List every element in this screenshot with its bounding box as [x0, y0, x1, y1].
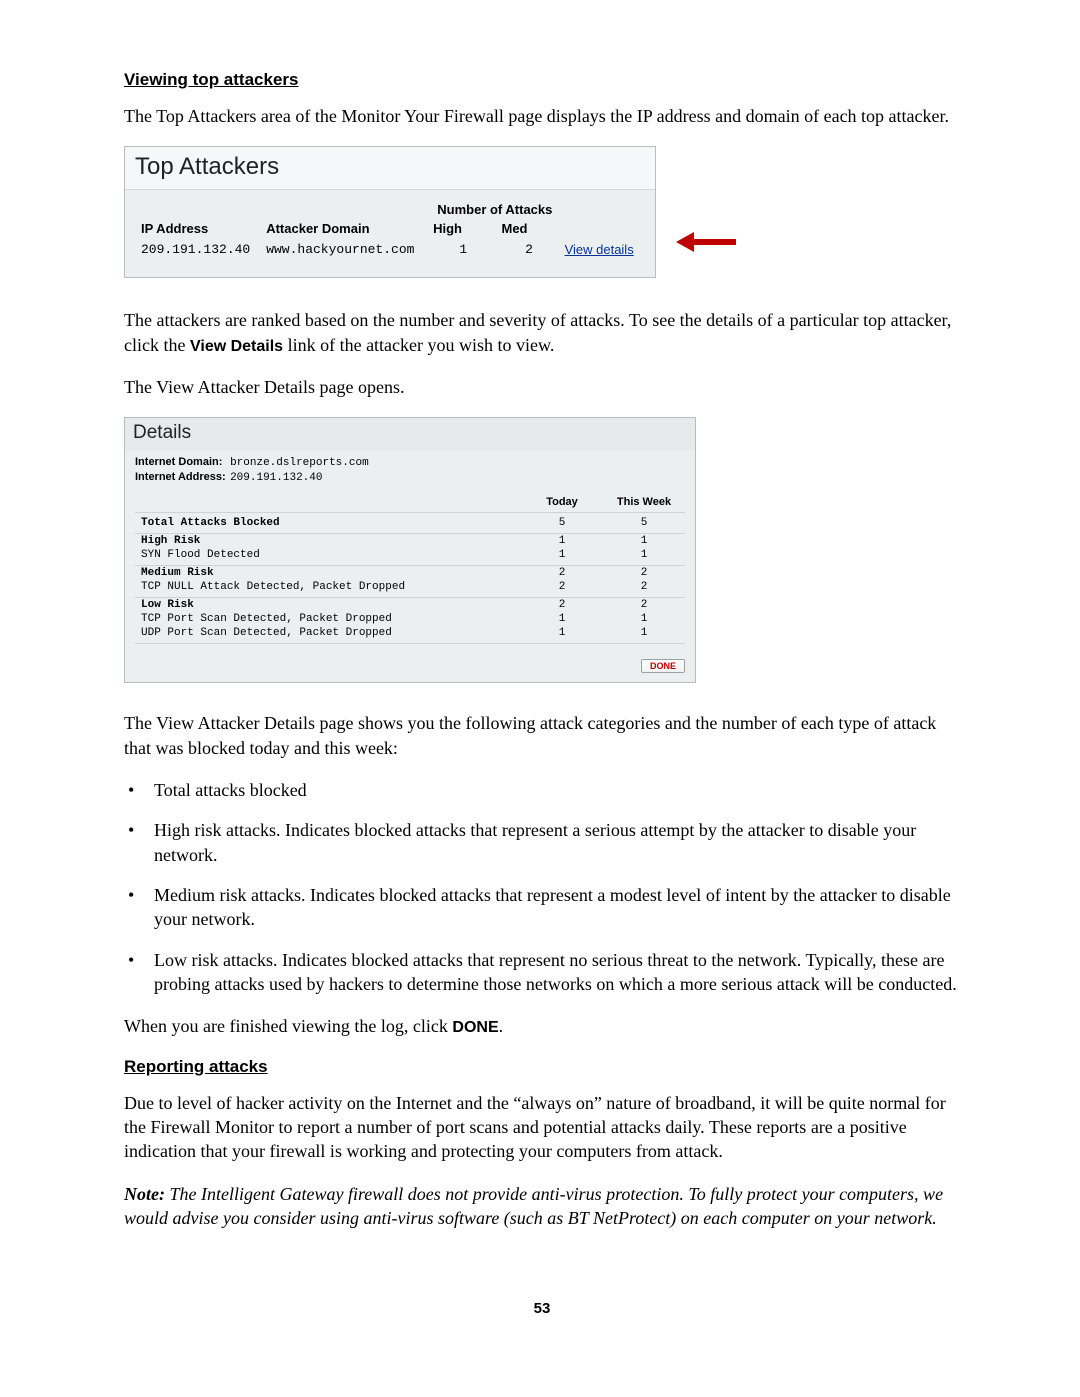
- list-item: Medium risk attacks. Indicates blocked a…: [124, 883, 960, 932]
- top-attackers-panel: Top Attackers Number of Attacks IP Addre…: [124, 146, 656, 278]
- kv-internet-domain-value: bronze.dslreports.com: [230, 457, 369, 469]
- attacker-details-title: Details: [125, 418, 695, 450]
- cell-today: 2: [521, 566, 603, 581]
- paragraph-click-done: When you are finished viewing the log, c…: [124, 1014, 960, 1039]
- list-item: High risk attacks. Indicates blocked att…: [124, 818, 960, 867]
- row-medium-risk: Medium Risk 2 2: [135, 566, 685, 581]
- cell-today: 1: [521, 548, 603, 566]
- row-tcp-null: TCP NULL Attack Detected, Packet Dropped…: [135, 580, 685, 598]
- kv-internet-address-label: Internet Address:: [135, 471, 227, 483]
- kv-internet-domain: Internet Domain: bronze.dslreports.com: [135, 456, 685, 469]
- cell-label: Total Attacks Blocked: [135, 513, 521, 534]
- row-tcp-port-scan: TCP Port Scan Detected, Packet Dropped 1…: [135, 612, 685, 626]
- row-total-attacks-blocked: Total Attacks Blocked 5 5: [135, 513, 685, 534]
- cell-label: TCP NULL Attack Detected, Packet Dropped: [135, 580, 521, 598]
- top-attackers-title: Top Attackers: [125, 147, 655, 190]
- cell-label: Low Risk: [135, 598, 521, 613]
- col-group-number-of-attacks: Number of Attacks: [429, 200, 560, 219]
- cell-today: 1: [521, 626, 603, 644]
- row-high-risk: High Risk 1 1: [135, 534, 685, 549]
- paragraph-click-done-c: .: [499, 1016, 504, 1036]
- cell-label: TCP Port Scan Detected, Packet Dropped: [135, 612, 521, 626]
- col-today: Today: [521, 492, 603, 513]
- kv-internet-address: Internet Address: 209.191.132.40: [135, 471, 685, 484]
- kv-internet-domain-label: Internet Domain:: [135, 456, 227, 468]
- done-button[interactable]: DONE: [641, 659, 685, 673]
- cell-domain: www.hackyournet.com: [262, 238, 429, 261]
- cell-label: Medium Risk: [135, 566, 521, 581]
- col-med: Med: [498, 219, 561, 238]
- cell-week: 1: [603, 626, 685, 644]
- top-attackers-table: Number of Attacks IP Address Attacker Do…: [137, 200, 643, 261]
- cell-today: 5: [521, 513, 603, 534]
- view-details-bold: View Details: [190, 338, 283, 355]
- details-table: Today This Week Total Attacks Blocked 5 …: [135, 492, 685, 644]
- cell-today: 1: [521, 612, 603, 626]
- row-syn-flood: SYN Flood Detected 1 1: [135, 548, 685, 566]
- list-item: Low risk attacks. Indicates blocked atta…: [124, 948, 960, 997]
- cell-today: 2: [521, 580, 603, 598]
- note-body: The Intelligent Gateway firewall does no…: [124, 1184, 943, 1228]
- kv-internet-address-value: 209.191.132.40: [230, 472, 322, 484]
- cell-week: 2: [603, 580, 685, 598]
- col-high: High: [429, 219, 497, 238]
- cell-label: High Risk: [135, 534, 521, 549]
- heading-reporting-attacks: Reporting attacks: [124, 1057, 960, 1077]
- paragraph-click-done-a: When you are finished viewing the log, c…: [124, 1016, 452, 1036]
- cell-week: 1: [603, 612, 685, 626]
- paragraph-ranking-c: link of the attacker you wish to view.: [283, 335, 554, 355]
- cell-week: 1: [603, 548, 685, 566]
- paragraph-ranking: The attackers are ranked based on the nu…: [124, 308, 960, 357]
- heading-viewing-top-attackers: Viewing top attackers: [124, 70, 960, 90]
- table-row: 209.191.132.40 www.hackyournet.com 1 2 V…: [137, 238, 643, 261]
- paragraph-page-opens: The View Attacker Details page opens.: [124, 375, 960, 399]
- page-number: 53: [124, 1300, 960, 1317]
- col-attacker-domain: Attacker Domain: [262, 219, 429, 238]
- cell-label: UDP Port Scan Detected, Packet Dropped: [135, 626, 521, 644]
- col-this-week: This Week: [603, 492, 685, 513]
- cell-week: 1: [603, 534, 685, 549]
- cell-week: 5: [603, 513, 685, 534]
- cell-today: 1: [521, 534, 603, 549]
- attack-categories-list: Total attacks blocked High risk attacks.…: [124, 778, 960, 996]
- cell-high: 1: [429, 238, 497, 261]
- list-item: Total attacks blocked: [124, 778, 960, 802]
- paragraph-categories-intro: The View Attacker Details page shows you…: [124, 711, 960, 760]
- cell-ip: 209.191.132.40: [137, 238, 262, 261]
- row-udp-port-scan: UDP Port Scan Detected, Packet Dropped 1…: [135, 626, 685, 644]
- cell-week: 2: [603, 566, 685, 581]
- col-ip-address: IP Address: [137, 219, 262, 238]
- cell-today: 2: [521, 598, 603, 613]
- cell-label: SYN Flood Detected: [135, 548, 521, 566]
- cell-med: 2: [498, 238, 561, 261]
- annotation-arrow-icon: [676, 235, 736, 249]
- row-low-risk: Low Risk 2 2: [135, 598, 685, 613]
- done-bold: DONE: [452, 1019, 498, 1036]
- note-lead: Note:: [124, 1184, 165, 1204]
- view-details-link[interactable]: View details: [565, 242, 634, 257]
- note-paragraph: Note: The Intelligent Gateway firewall d…: [124, 1182, 960, 1231]
- cell-week: 2: [603, 598, 685, 613]
- attacker-details-panel: Details Internet Domain: bronze.dslrepor…: [124, 417, 696, 683]
- paragraph-reporting: Due to level of hacker activity on the I…: [124, 1091, 960, 1164]
- intro-paragraph-1: The Top Attackers area of the Monitor Yo…: [124, 104, 960, 128]
